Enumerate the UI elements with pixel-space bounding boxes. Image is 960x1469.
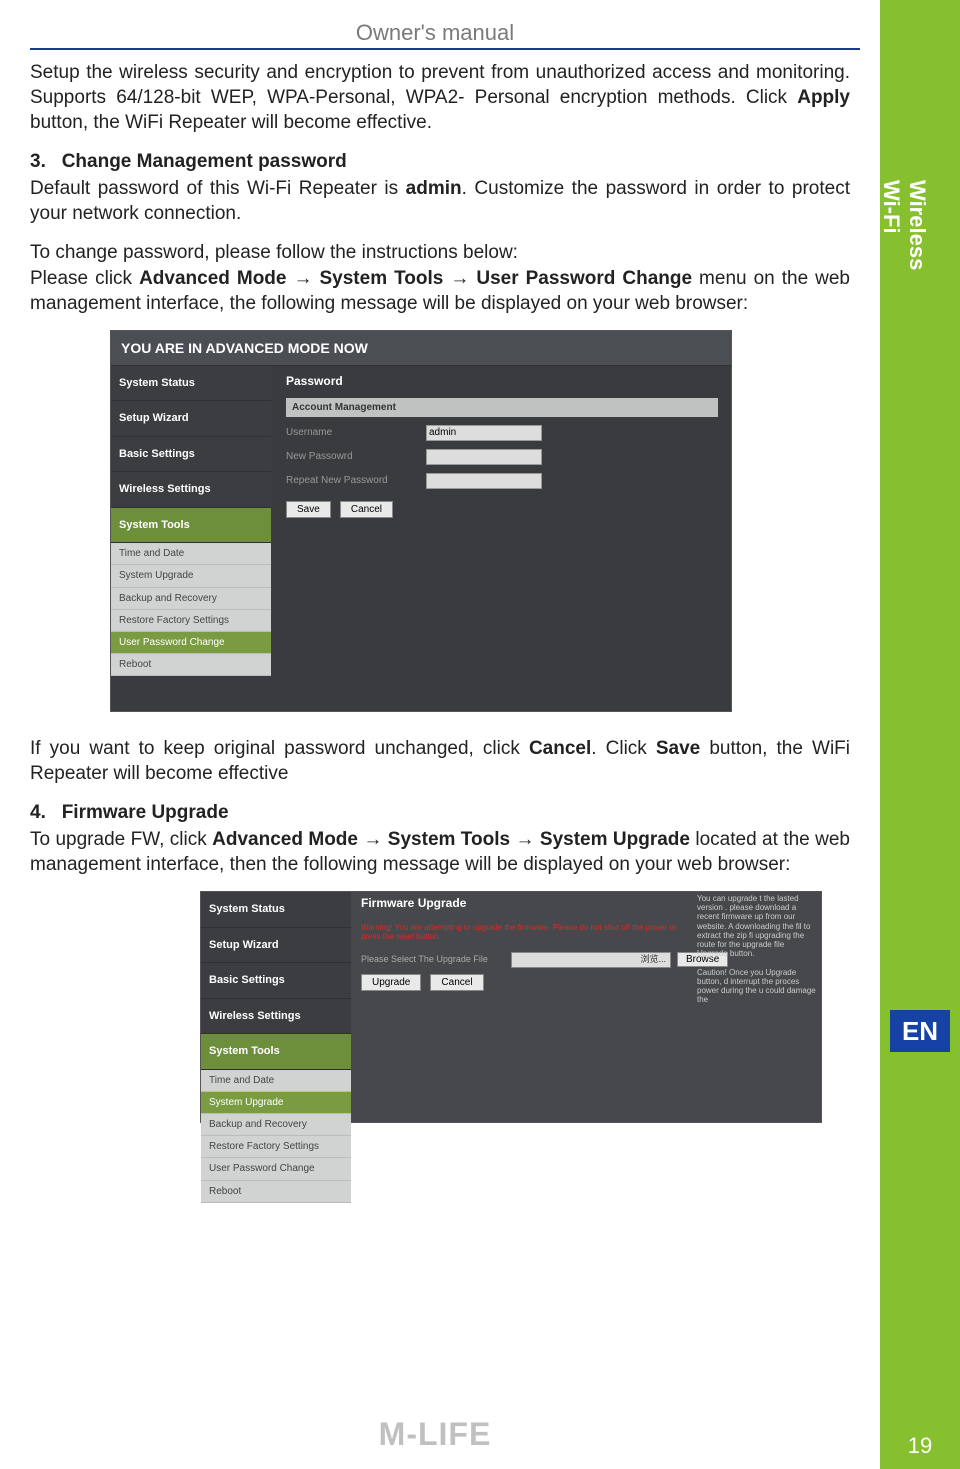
file-select-label: Please Select The Upgrade File — [361, 954, 511, 966]
nav2-sub-system-upgrade[interactable]: System Upgrade — [201, 1092, 351, 1114]
file-input-box[interactable]: 浏览... — [511, 952, 671, 968]
row-username: Username — [286, 425, 731, 441]
paragraph-keep-original: If you want to keep original password un… — [30, 736, 850, 786]
nav-sub-time-date[interactable]: Time and Date — [111, 543, 271, 565]
heading-title: Firmware Upgrade — [62, 802, 229, 823]
nav2-system-tools[interactable]: System Tools — [201, 1034, 351, 1070]
new-password-input[interactable] — [426, 449, 542, 465]
text: Please click — [30, 268, 139, 289]
nav2-sub-backup-recovery[interactable]: Backup and Recovery — [201, 1114, 351, 1136]
nav-setup-wizard[interactable]: Setup Wizard — [111, 401, 271, 437]
repeat-password-input[interactable] — [426, 473, 542, 489]
nav2-setup-wizard[interactable]: Setup Wizard — [201, 928, 351, 964]
heading-title: Change Management password — [62, 151, 347, 172]
nav-sidebar: System Status Setup Wizard Basic Setting… — [111, 366, 271, 677]
page-number: 19 — [880, 1433, 960, 1459]
save-button[interactable]: Save — [286, 501, 331, 518]
username-input[interactable] — [426, 425, 542, 441]
language-badge: EN — [890, 1010, 950, 1052]
paragraph-firmware-upgrade: To upgrade FW, click Advanced Mode → Sys… — [30, 827, 850, 877]
nav2-basic-settings[interactable]: Basic Settings — [201, 963, 351, 999]
admin-bold: admin — [406, 178, 462, 199]
nav2-sub-restore-factory[interactable]: Restore Factory Settings — [201, 1136, 351, 1158]
nav2-wireless-settings[interactable]: Wireless Settings — [201, 999, 351, 1035]
apply-bold: Apply — [797, 87, 850, 108]
text: To upgrade FW, click — [30, 829, 212, 850]
header-divider — [30, 48, 860, 50]
heading-number: 3. — [30, 151, 46, 172]
content-title-password: Password — [286, 366, 731, 398]
help-panel-text: You can upgrade t the lasted version . p… — [697, 894, 817, 1004]
nav2-system-status[interactable]: System Status — [201, 892, 351, 928]
nav2-sub-user-password-change[interactable]: User Password Change — [201, 1158, 351, 1180]
text: Setup the wireless security and encrypti… — [30, 62, 850, 108]
text: . Click — [591, 738, 656, 759]
text: Default password of this Wi-Fi Repeater … — [30, 178, 406, 199]
screenshot-password-change: YOU ARE IN ADVANCED MODE NOW System Stat… — [110, 330, 732, 712]
text: If you want to keep original password un… — [30, 738, 529, 759]
nav-system-status[interactable]: System Status — [111, 366, 271, 402]
side-vertical-label: Wireless Wi-Fi Repeater — [852, 180, 930, 274]
cancel-button-2[interactable]: Cancel — [430, 974, 483, 991]
cancel-bold: Cancel — [529, 738, 591, 759]
section-4-heading: 4. Firmware Upgrade — [30, 800, 850, 825]
file-inner-button[interactable]: 浏览... — [640, 954, 666, 966]
username-label: Username — [286, 426, 426, 439]
advanced-mode-header: YOU ARE IN ADVANCED MODE NOW — [111, 331, 731, 366]
screenshot-firmware-upgrade: System Status Setup Wizard Basic Setting… — [200, 891, 822, 1123]
nav-system-tools[interactable]: System Tools — [111, 508, 271, 544]
upgrade-button[interactable]: Upgrade — [361, 974, 421, 991]
section-account-management: Account Management — [286, 398, 718, 417]
nav-sub-backup-recovery[interactable]: Backup and Recovery — [111, 588, 271, 610]
page-header-title: Owner's manual — [0, 20, 870, 46]
text: To change password, please follow the in… — [30, 242, 518, 263]
nav-basic-settings[interactable]: Basic Settings — [111, 437, 271, 473]
repeat-password-label: Repeat New Password — [286, 474, 426, 487]
footer-logo: M-LIFE — [0, 1416, 870, 1453]
nav-sub-user-password-change[interactable]: User Password Change — [111, 632, 271, 654]
save-bold: Save — [656, 738, 700, 759]
breadcrumb-bold-2: Advanced Mode → System Tools → System Up… — [212, 829, 690, 850]
text: button, the WiFi Repeater will become ef… — [30, 112, 432, 133]
nav-sidebar-2: System Status Setup Wizard Basic Setting… — [201, 892, 351, 1203]
row-repeat-password: Repeat New Password — [286, 473, 731, 489]
paragraph-default-password: Default password of this Wi-Fi Repeater … — [30, 176, 850, 226]
cancel-button[interactable]: Cancel — [340, 501, 393, 518]
paragraph-intro: Setup the wireless security and encrypti… — [30, 60, 850, 135]
heading-number: 4. — [30, 802, 46, 823]
warning-text: Warning! You are attempting to upgrade t… — [361, 920, 681, 946]
breadcrumb-bold: Advanced Mode → System Tools → User Pass… — [139, 268, 692, 289]
nav-sub-restore-factory[interactable]: Restore Factory Settings — [111, 610, 271, 632]
new-password-label: New Passowrd — [286, 450, 426, 463]
nav-wireless-settings[interactable]: Wireless Settings — [111, 472, 271, 508]
row-new-password: New Passowrd — [286, 449, 731, 465]
nav2-sub-reboot[interactable]: Reboot — [201, 1181, 351, 1203]
nav2-sub-time-date[interactable]: Time and Date — [201, 1070, 351, 1092]
paragraph-change-password: To change password, please follow the in… — [30, 240, 850, 315]
nav-sub-system-upgrade[interactable]: System Upgrade — [111, 565, 271, 587]
section-3-heading: 3. Change Management password — [30, 149, 850, 174]
nav-sub-reboot[interactable]: Reboot — [111, 654, 271, 676]
